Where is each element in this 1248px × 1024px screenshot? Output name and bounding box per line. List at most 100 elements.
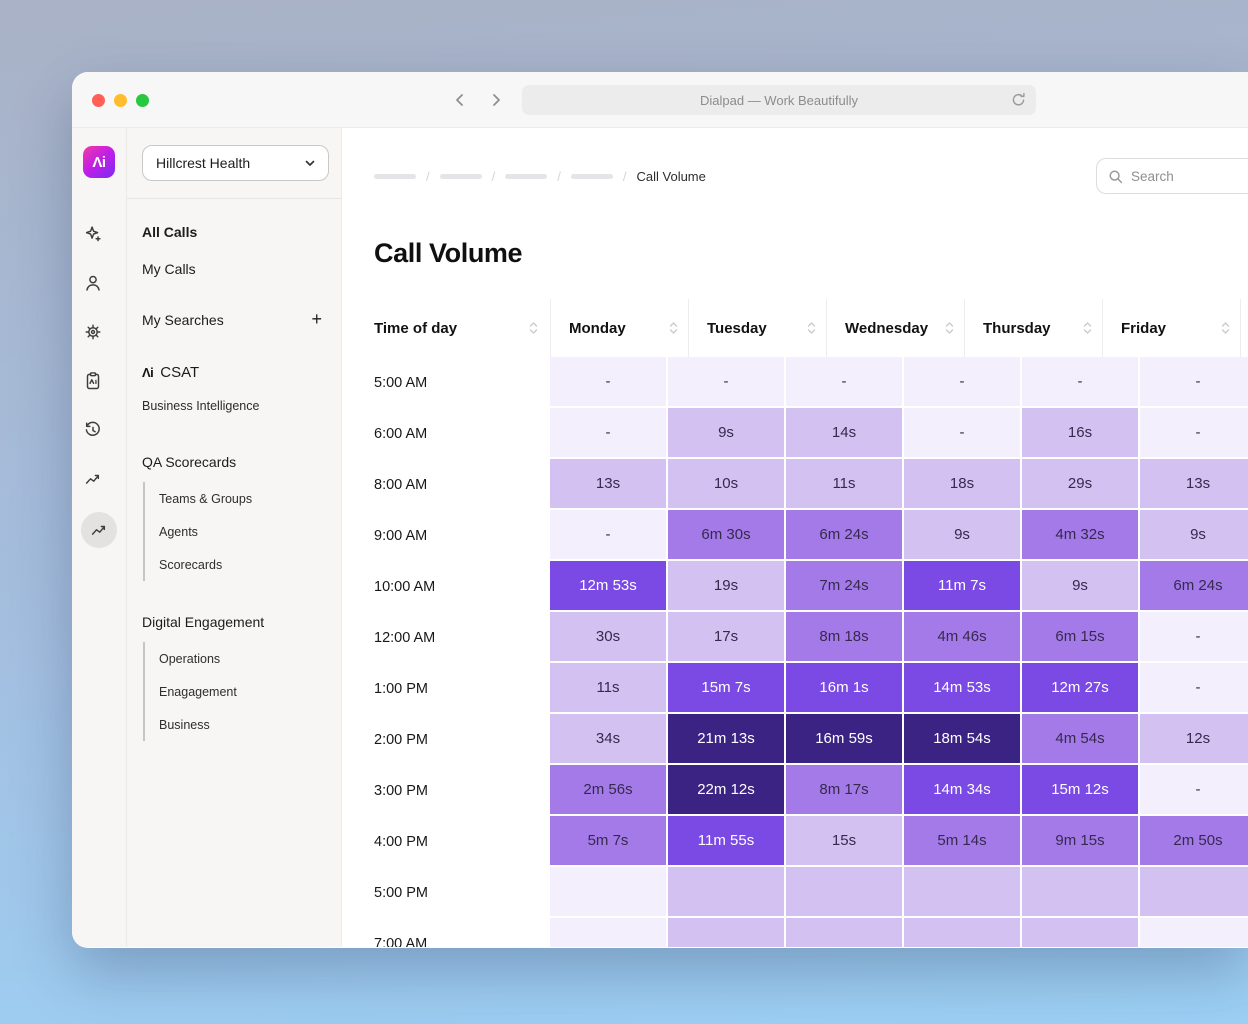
column-header-label: Tuesday	[707, 320, 767, 337]
row-time-label: 10:00 AM	[374, 561, 550, 612]
sidebar-item-label: All Calls	[142, 224, 197, 240]
sidebar-item-qa-scorecards[interactable]: QA Scorecards	[142, 443, 329, 480]
heatmap-cell: 11s	[786, 459, 904, 510]
search-placeholder: Search	[1131, 169, 1174, 184]
row-time-label: 4:00 PM	[374, 816, 550, 867]
breadcrumb: ////Call Volume	[374, 169, 706, 184]
heatmap-cell: -	[550, 510, 668, 561]
heatmap-cell	[1140, 918, 1248, 947]
column-header-stub	[1240, 299, 1248, 357]
heatmap-cell: 5m 7s	[550, 816, 668, 867]
search-input[interactable]: Search	[1096, 158, 1248, 194]
address-bar-title: Dialpad — Work Beautifully	[700, 93, 858, 108]
table-row: 2:00 PM34s21m 13s16m 59s18m 54s4m 54s12s	[374, 714, 1248, 765]
column-header-friday[interactable]: Friday	[1102, 299, 1240, 357]
add-search-button[interactable]: +	[311, 309, 329, 330]
heatmap-cell: 13s	[550, 459, 668, 510]
sidebar-item-scorecards[interactable]: Scorecards	[159, 548, 329, 581]
row-time-label: 1:00 PM	[374, 663, 550, 714]
heatmap-cell: 11s	[550, 663, 668, 714]
heatmap-cell	[786, 918, 904, 947]
back-button[interactable]	[450, 90, 470, 110]
heatmap-cell: -	[550, 357, 668, 408]
sidebar-item-teams-groups[interactable]: Teams & Groups	[159, 482, 329, 515]
heatmap-cell: 9s	[904, 510, 1022, 561]
heatmap-cell: 29s	[1022, 459, 1140, 510]
heatmap-cell: 9m 15s	[1022, 816, 1140, 867]
sidebar-item-csat[interactable]: ΛiCSAT	[142, 354, 329, 391]
heatmap-cell: 11m 7s	[904, 561, 1022, 612]
sidebar-item-business-intelligence[interactable]: Business Intelligence	[142, 391, 329, 421]
heatmap-cell: -	[904, 408, 1022, 459]
workspace-dropdown[interactable]: Hillcrest Health	[142, 145, 329, 181]
heatmap-cell: 15s	[786, 816, 904, 867]
column-header-wednesday[interactable]: Wednesday	[826, 299, 964, 357]
heatmap-cell	[786, 867, 904, 918]
sidebar-item-digital-engagement[interactable]: Digital Engagement	[142, 603, 329, 640]
heatmap-cell: 12s	[1140, 714, 1248, 765]
reload-button[interactable]	[1010, 91, 1027, 111]
heatmap-cell: -	[1140, 357, 1248, 408]
browser-chrome: Dialpad — Work Beautifully	[72, 72, 1248, 128]
heatmap-cell: 7m 24s	[786, 561, 904, 612]
column-header-label: Monday	[569, 320, 626, 337]
rail-item-trending[interactable]	[81, 467, 105, 491]
sort-icon	[807, 321, 816, 335]
close-window-button[interactable]	[92, 94, 105, 107]
rail-item-trending-active[interactable]	[81, 512, 117, 548]
heatmap-cell: 16m 1s	[786, 663, 904, 714]
heatmap-cell: -	[1140, 663, 1248, 714]
heatmap-cell	[904, 867, 1022, 918]
main-content: ////Call Volume Search Call Volume Time …	[342, 128, 1248, 947]
sidebar-group-digital-engagement: OperationsEnagagementBusiness	[143, 642, 329, 741]
rail-item-person[interactable]	[81, 271, 105, 295]
heatmap-cell: 10s	[668, 459, 786, 510]
heatmap-cell: -	[1140, 408, 1248, 459]
sidebar-item-operations[interactable]: Operations	[159, 642, 329, 675]
row-time-label: 5:00 PM	[374, 867, 550, 918]
rail-item-clipboard-ai[interactable]	[81, 369, 105, 393]
sidebar-item-business[interactable]: Business	[159, 708, 329, 741]
reload-icon	[1010, 91, 1027, 108]
rail-item-gear[interactable]	[81, 320, 105, 344]
heatmap-cell: 2m 50s	[1140, 816, 1248, 867]
rail-item-sparkles[interactable]	[81, 222, 105, 246]
sidebar-item-my-searches[interactable]: My Searches+	[142, 301, 329, 338]
heatmap-cell: 4m 32s	[1022, 510, 1140, 561]
page-title: Call Volume	[374, 238, 1248, 269]
dialpad-ai-logo[interactable]: Λi	[83, 146, 115, 178]
heatmap-cell: 6m 30s	[668, 510, 786, 561]
column-header-tuesday[interactable]: Tuesday	[688, 299, 826, 357]
sort-icon	[1221, 321, 1230, 335]
table-row: 10:00 AM12m 53s19s7m 24s11m 7s9s6m 24s	[374, 561, 1248, 612]
table-row: 9:00 AM-6m 30s6m 24s9s4m 32s9s	[374, 510, 1248, 561]
sidebar-item-all-calls[interactable]: All Calls	[142, 213, 329, 250]
heatmap-cell: 6m 24s	[786, 510, 904, 561]
breadcrumb-current: Call Volume	[637, 169, 706, 184]
sidebar-item-my-calls[interactable]: My Calls	[142, 250, 329, 287]
gear-icon	[82, 321, 104, 343]
forward-button[interactable]	[486, 90, 506, 110]
heatmap-cell	[1140, 867, 1248, 918]
sidebar-item-agents[interactable]: Agents	[159, 515, 329, 548]
breadcrumb-separator: /	[426, 169, 430, 184]
zoom-window-button[interactable]	[136, 94, 149, 107]
column-header-thursday[interactable]: Thursday	[964, 299, 1102, 357]
column-header-time-of-day[interactable]: Time of day	[374, 299, 550, 357]
sidebar-group-qa-scorecards: Teams & GroupsAgentsScorecards	[143, 482, 329, 581]
heatmap-cell: 4m 46s	[904, 612, 1022, 663]
address-bar[interactable]: Dialpad — Work Beautifully	[522, 85, 1036, 115]
heatmap-cell: 22m 12s	[668, 765, 786, 816]
heatmap-cell: 16m 59s	[786, 714, 904, 765]
person-icon	[82, 272, 104, 294]
row-time-label: 8:00 AM	[374, 459, 550, 510]
column-header-monday[interactable]: Monday	[550, 299, 688, 357]
heatmap-cell: 13s	[1140, 459, 1248, 510]
rail-item-history[interactable]	[81, 418, 105, 442]
minimize-window-button[interactable]	[114, 94, 127, 107]
breadcrumb-placeholder	[505, 174, 547, 179]
breadcrumb-separator: /	[557, 169, 561, 184]
heatmap-cell: 34s	[550, 714, 668, 765]
sidebar-item-enagagement[interactable]: Enagagement	[159, 675, 329, 708]
clipboard-ai-icon	[82, 370, 104, 392]
